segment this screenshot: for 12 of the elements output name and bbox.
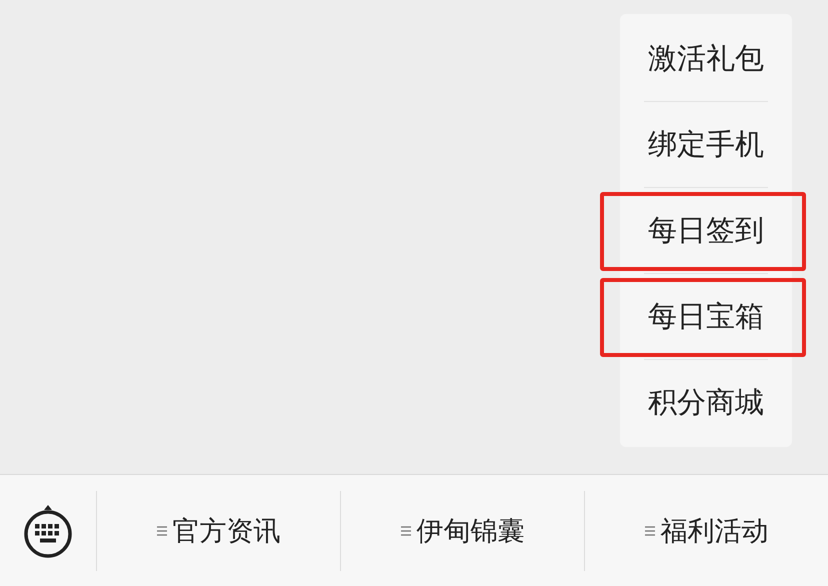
menu-item[interactable]: 每日签到 (620, 188, 792, 273)
keyboard-icon[interactable] (22, 502, 74, 558)
menu-item[interactable]: 积分商城 (620, 360, 792, 445)
menu-item[interactable]: 每日宝箱 (620, 274, 792, 359)
menu-icon (400, 524, 410, 536)
menu-icon (644, 524, 654, 536)
menu-item[interactable]: 激活礼包 (620, 16, 792, 101)
menu-tab[interactable]: 伊甸锦囊 (340, 490, 584, 570)
menu-item[interactable]: 绑定手机 (620, 102, 792, 187)
menu-tab[interactable]: 福利活动 (584, 490, 828, 570)
menu-icon (156, 524, 166, 536)
menu-tab[interactable]: 官方资讯 (96, 490, 340, 570)
